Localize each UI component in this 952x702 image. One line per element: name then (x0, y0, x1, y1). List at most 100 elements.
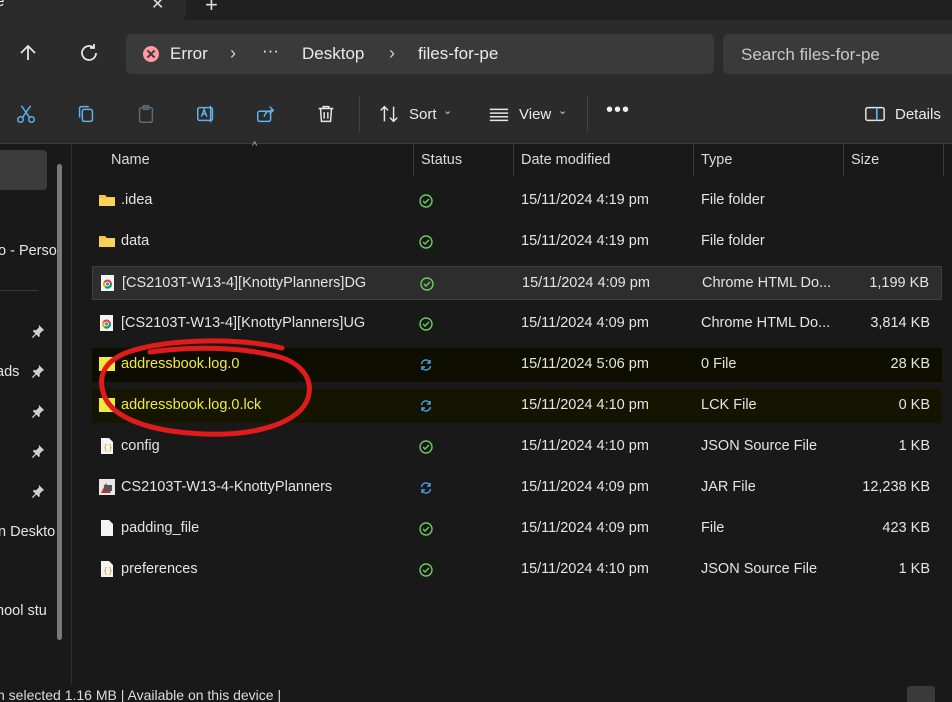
jar-file-icon (98, 479, 116, 495)
column-divider[interactable] (413, 144, 414, 176)
refresh-icon[interactable] (77, 41, 101, 65)
navigation-pane: o - Perso ads n Deskto hool stu (0, 144, 72, 684)
nav-item-onedrive[interactable]: o - Perso (0, 243, 57, 259)
new-tab-icon[interactable]: + (205, 0, 218, 18)
breadcrumb-files-for-pe[interactable]: files-for-pe (418, 44, 498, 64)
nav-item-selected[interactable] (0, 150, 47, 190)
breadcrumb-desktop[interactable]: Desktop (302, 44, 364, 64)
details-button[interactable]: Details (895, 106, 941, 123)
file-type: JSON Source File (701, 438, 818, 454)
pin-icon (31, 484, 45, 498)
file-row[interactable]: [CS2103T-W13-4][KnottyPlanners]DG 15/11/2… (92, 266, 942, 300)
file-list: ^ Name Status Date modified Type Size .i… (73, 140, 952, 684)
nav-scrollbar[interactable] (57, 164, 62, 640)
file-type: JSON Source File (701, 561, 818, 577)
file-row[interactable]: CS2103T-W13-4-KnottyPlanners 15/11/2024 4… (92, 471, 942, 505)
rename-icon[interactable] (195, 103, 217, 125)
file-size: 1 KB (898, 438, 930, 454)
file-size: 3,814 KB (870, 315, 930, 331)
synced-check-icon (419, 522, 433, 536)
file-row[interactable]: data 15/11/2024 4:19 pm File folder (92, 225, 942, 259)
breadcrumb-overflow[interactable]: ··· (262, 41, 279, 61)
search-input[interactable]: Search files-for-pe (741, 45, 880, 65)
pin-icon (31, 324, 45, 338)
file-name[interactable]: addressbook.log.0.lck (121, 397, 411, 413)
view-icon[interactable] (488, 103, 510, 125)
file-icon (98, 520, 116, 536)
file-row[interactable]: addressbook.log.0.lck 15/11/2024 4:10 pm L… (92, 389, 942, 423)
file-type: File folder (701, 192, 765, 208)
chevron-right-icon: › (230, 43, 236, 63)
nav-item-downloads[interactable]: ads (0, 364, 19, 380)
column-size[interactable]: Size (851, 152, 879, 168)
file-date: 15/11/2024 4:19 pm (521, 192, 649, 208)
view-button[interactable]: View (519, 106, 551, 123)
file-row[interactable]: addressbook.log.0 15/11/2024 5:06 pm 0 Fil… (92, 348, 942, 382)
toolbar-separator (359, 96, 360, 132)
column-divider[interactable] (943, 144, 944, 176)
file-name[interactable]: config (121, 438, 411, 454)
tab-title: e (0, 0, 5, 10)
column-date-modified[interactable]: Date modified (521, 152, 610, 168)
delete-icon[interactable] (315, 103, 337, 125)
address-bar[interactable]: Error › ··· Desktop › files-for-pe (126, 34, 714, 74)
sort-button[interactable]: Sort (409, 106, 437, 123)
file-row[interactable]: {} config 15/11/2024 4:10 pm JSON Source Fi… (92, 430, 942, 464)
file-size: 0 KB (898, 397, 930, 413)
synced-check-icon (419, 440, 433, 454)
column-type[interactable]: Type (701, 152, 732, 168)
file-type: File folder (701, 233, 765, 249)
chrome-html-icon (99, 275, 117, 291)
column-status[interactable]: Status (421, 152, 462, 168)
file-date: 15/11/2024 4:19 pm (521, 233, 649, 249)
file-icon (98, 356, 116, 372)
file-name[interactable]: preferences (121, 561, 411, 577)
file-type: JAR File (701, 479, 756, 495)
column-divider[interactable] (693, 144, 694, 176)
chevron-right-icon: › (389, 43, 395, 63)
sync-pending-icon (419, 358, 433, 372)
file-name[interactable]: data (121, 233, 411, 249)
file-name[interactable]: CS2103T-W13-4-KnottyPlanners (121, 479, 411, 495)
cut-icon[interactable] (15, 103, 37, 125)
file-row[interactable]: .idea 15/11/2024 4:19 pm File folder (92, 184, 942, 218)
details-pane-icon[interactable] (864, 103, 886, 125)
file-name[interactable]: [CS2103T-W13-4][KnottyPlanners]DG (122, 275, 412, 291)
column-divider[interactable] (513, 144, 514, 176)
nav-item-school[interactable]: hool stu (0, 603, 47, 619)
column-name[interactable]: Name (111, 152, 150, 168)
nav-item-desktop[interactable]: n Deskto (0, 524, 55, 540)
column-divider[interactable] (843, 144, 844, 176)
details-view-toggle[interactable] (907, 686, 935, 702)
file-date: 15/11/2024 4:10 pm (521, 438, 649, 454)
column-headers: ^ Name Status Date modified Type Size (73, 140, 952, 176)
sync-pending-icon (419, 481, 433, 495)
command-bar: Sort ⌄ View ⌄ ••• Details (0, 84, 952, 144)
synced-check-icon (419, 563, 433, 577)
search-box[interactable]: Search files-for-pe (723, 34, 952, 74)
file-name[interactable]: padding_file (121, 520, 411, 536)
file-row[interactable]: padding_file 15/11/2024 4:09 pm File 423 KB (92, 512, 942, 546)
pin-icon (31, 404, 45, 418)
file-row[interactable]: [CS2103T-W13-4][KnottyPlanners]UG 15/11/2… (92, 307, 942, 341)
file-date: 15/11/2024 4:10 pm (521, 561, 649, 577)
copy-icon[interactable] (75, 103, 97, 125)
tab-active[interactable]: e ✕ (0, 0, 186, 20)
file-name[interactable]: addressbook.log.0 (121, 356, 411, 372)
file-name[interactable]: .idea (121, 192, 411, 208)
chrome-html-icon (98, 315, 116, 331)
up-arrow-icon[interactable] (16, 41, 40, 65)
json-file-icon: {} (98, 561, 116, 577)
sort-icon[interactable] (378, 103, 400, 125)
more-options-button[interactable]: ••• (606, 99, 630, 122)
file-name[interactable]: [CS2103T-W13-4][KnottyPlanners]UG (121, 315, 411, 331)
svg-text:{}: {} (103, 443, 113, 452)
share-icon[interactable] (255, 103, 277, 125)
file-type: 0 File (701, 356, 737, 372)
file-size: 28 KB (890, 356, 931, 372)
file-row[interactable]: {} preferences 15/11/2024 4:10 pm JSON Sour… (92, 553, 942, 587)
sync-pending-icon (419, 399, 433, 413)
chevron-down-icon: ⌄ (558, 105, 568, 117)
close-tab-icon[interactable]: ✕ (151, 0, 164, 14)
error-label: Error (170, 44, 208, 63)
